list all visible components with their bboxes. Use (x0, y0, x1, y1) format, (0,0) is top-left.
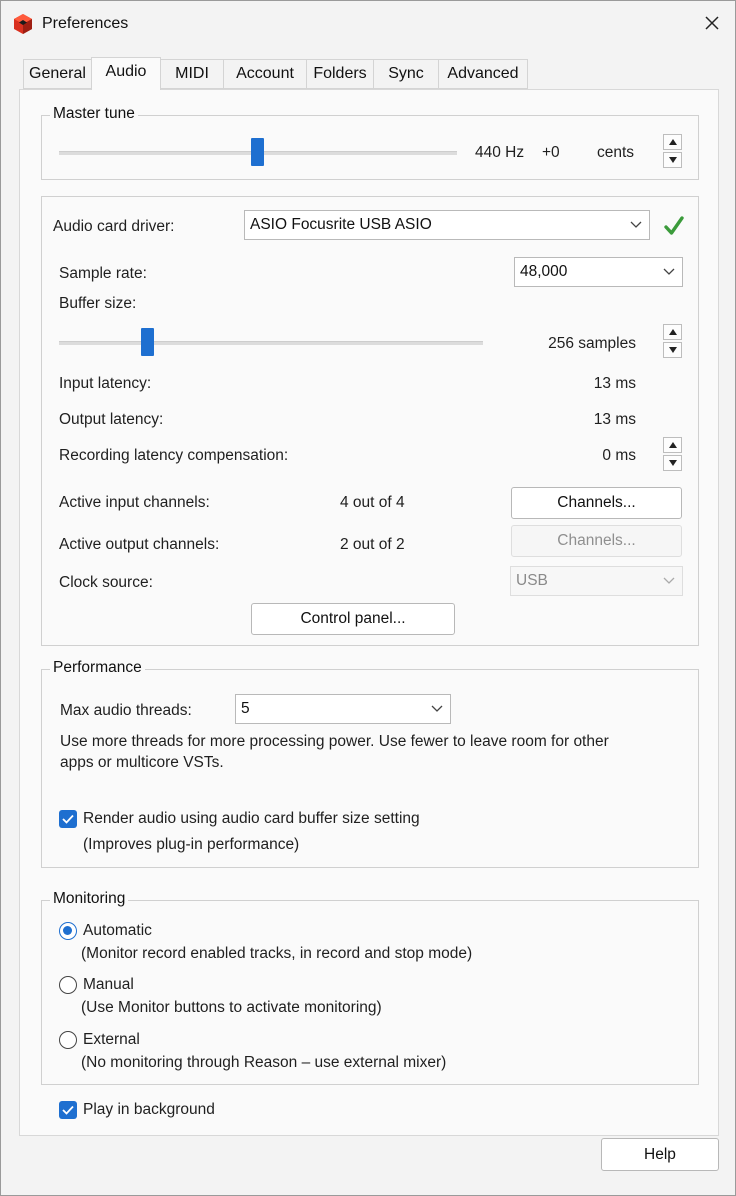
max-audio-threads-select[interactable]: 5 (235, 694, 451, 724)
play-in-background-checkbox[interactable] (59, 1101, 77, 1119)
monitoring-automatic-radio[interactable] (59, 922, 77, 940)
buffer-size-track[interactable] (59, 341, 483, 345)
active-output-channels-label: Active output channels: (59, 536, 220, 553)
buffer-size-down-button[interactable] (663, 342, 682, 358)
max-audio-threads-label: Max audio threads: (60, 702, 192, 719)
monitoring-external-note: (No monitoring through Reason – use exte… (81, 1054, 447, 1071)
checkmark-icon (62, 814, 74, 824)
chevron-down-icon (663, 577, 675, 584)
chevron-down-icon (630, 221, 642, 228)
buffer-size-value: 256 samples (548, 335, 636, 352)
active-input-channels-label: Active input channels: (59, 494, 210, 511)
buffer-size-slider-thumb[interactable] (141, 328, 154, 356)
driver-select[interactable]: ASIO Focusrite USB ASIO (244, 210, 650, 240)
monitoring-manual-radio[interactable] (59, 976, 77, 994)
recording-latency-compensation-value: 0 ms (602, 447, 636, 464)
tab-sync[interactable]: Sync (373, 59, 439, 89)
triangle-up-icon (669, 442, 677, 448)
control-panel-button[interactable]: Control panel... (251, 603, 455, 635)
triangle-down-icon (669, 157, 677, 163)
triangle-up-icon (669, 139, 677, 145)
audio-tab-panel: Master tune 440 Hz +0 cents Audio card d… (19, 89, 719, 1136)
recording-latency-compensation-label: Recording latency compensation: (59, 447, 289, 464)
master-tune-spinner[interactable] (663, 134, 682, 169)
close-button[interactable] (689, 1, 735, 45)
input-channels-button[interactable]: Channels... (511, 487, 682, 519)
recording-latency-down-button[interactable] (663, 455, 682, 471)
master-tune-slider-thumb[interactable] (251, 138, 264, 166)
tab-midi[interactable]: MIDI (160, 59, 224, 89)
monitoring-manual-note: (Use Monitor buttons to activate monitor… (81, 999, 382, 1016)
clock-source-label: Clock source: (59, 574, 153, 591)
monitoring-manual-label[interactable]: Manual (83, 976, 134, 994)
app-logo-icon (13, 13, 33, 35)
master-tune-down-button[interactable] (663, 152, 682, 168)
buffer-size-up-button[interactable] (663, 324, 682, 340)
master-tune-offset: +0 (542, 144, 560, 161)
tab-audio[interactable]: Audio (91, 57, 161, 90)
sample-rate-select[interactable]: 48,000 (514, 257, 683, 287)
triangle-up-icon (669, 329, 677, 335)
render-buffer-checkbox[interactable] (59, 810, 77, 828)
help-button[interactable]: Help (601, 1138, 719, 1171)
input-latency-value: 13 ms (593, 375, 636, 392)
render-buffer-label[interactable]: Render audio using audio card buffer siz… (83, 810, 420, 828)
triangle-down-icon (669, 347, 677, 353)
monitoring-legend: Monitoring (50, 890, 129, 908)
render-buffer-note: (Improves plug-in performance) (83, 836, 300, 853)
max-audio-threads-value: 5 (241, 700, 250, 717)
chevron-down-icon (663, 268, 675, 275)
preferences-window: Preferences General Audio MIDI Account F… (0, 0, 736, 1196)
checkmark-icon (62, 1105, 74, 1115)
output-latency-value: 13 ms (593, 411, 636, 428)
master-tune-legend: Master tune (50, 105, 138, 123)
performance-legend: Performance (50, 659, 145, 677)
recording-latency-up-button[interactable] (663, 437, 682, 453)
sample-rate-value: 48,000 (520, 263, 568, 280)
driver-ok-check-icon (663, 215, 685, 241)
sample-rate-label: Sample rate: (59, 265, 147, 282)
monitoring-automatic-label[interactable]: Automatic (83, 922, 152, 940)
recording-latency-spinner[interactable] (663, 437, 682, 472)
master-tune-unit: cents (597, 144, 635, 161)
monitoring-external-label[interactable]: External (83, 1031, 140, 1049)
triangle-down-icon (669, 460, 677, 466)
master-tune-hz: 440 Hz (475, 144, 525, 161)
tab-folders[interactable]: Folders (306, 59, 374, 89)
play-in-background-label[interactable]: Play in background (83, 1101, 215, 1119)
window-title: Preferences (42, 15, 129, 32)
master-tune-up-button[interactable] (663, 134, 682, 150)
buffer-size-label: Buffer size: (59, 295, 137, 312)
driver-select-value: ASIO Focusrite USB ASIO (250, 216, 432, 233)
tab-general[interactable]: General (23, 59, 92, 89)
active-output-channels-value: 2 out of 2 (340, 536, 405, 553)
close-icon (705, 16, 719, 30)
active-input-channels-value: 4 out of 4 (340, 494, 405, 511)
tab-advanced[interactable]: Advanced (438, 59, 528, 89)
output-channels-button[interactable]: Channels... (511, 525, 682, 557)
clock-source-select[interactable]: USB (510, 566, 683, 596)
threads-help-line-2: apps or multicore VSTs. (60, 754, 224, 771)
monitoring-external-radio[interactable] (59, 1031, 77, 1049)
input-latency-label: Input latency: (59, 375, 152, 392)
output-latency-label: Output latency: (59, 411, 164, 428)
threads-help-line-1: Use more threads for more processing pow… (60, 733, 609, 750)
monitoring-automatic-note: (Monitor record enabled tracks, in recor… (81, 945, 473, 962)
chevron-down-icon (431, 705, 443, 712)
tab-account[interactable]: Account (223, 59, 307, 89)
clock-source-value: USB (516, 572, 548, 589)
buffer-size-spinner[interactable] (663, 324, 682, 359)
driver-label: Audio card driver: (53, 218, 175, 235)
title-bar: Preferences (1, 1, 735, 45)
